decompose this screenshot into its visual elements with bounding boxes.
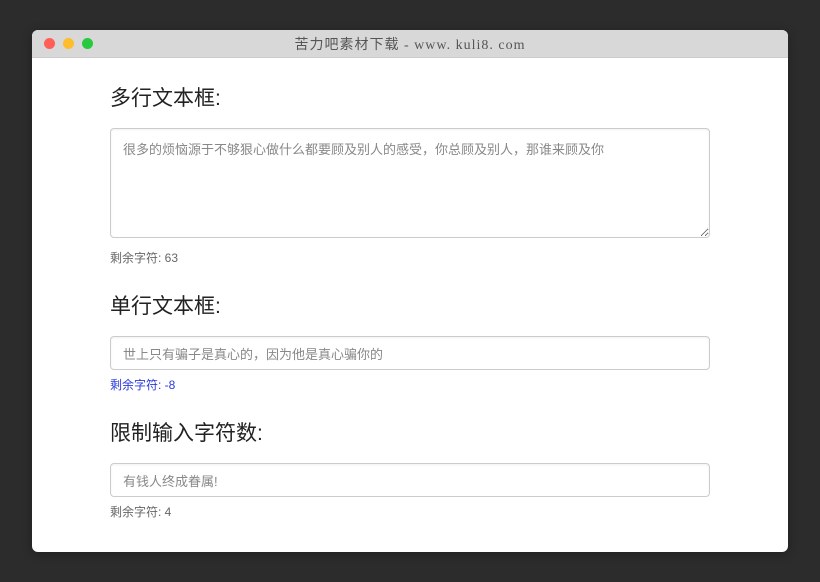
counter-label: 剩余字符: [110, 505, 165, 519]
window-title: 苦力吧素材下载 - www. kuli8. com [32, 34, 788, 54]
singleline-counter: 剩余字符: -8 [110, 376, 710, 393]
multiline-counter: 剩余字符: 63 [110, 249, 710, 266]
singleline-title: 单行文本框: [110, 290, 710, 320]
traffic-lights [32, 38, 93, 49]
limited-counter: 剩余字符: 4 [110, 503, 710, 520]
singleline-input[interactable] [110, 336, 710, 370]
counter-label: 剩余字符: [110, 251, 165, 265]
titlebar: 苦力吧素材下载 - www. kuli8. com [32, 30, 788, 58]
content-area: 多行文本框: 很多的烦恼源于不够狠心做什么都要顾及别人的感受，你总顾及别人，那谁… [32, 58, 788, 552]
limited-section: 限制输入字符数: 剩余字符: 4 [110, 417, 710, 520]
multiline-textarea[interactable]: 很多的烦恼源于不够狠心做什么都要顾及别人的感受，你总顾及别人，那谁来顾及你 [110, 128, 710, 238]
app-window: 苦力吧素材下载 - www. kuli8. com 多行文本框: 很多的烦恼源于… [32, 30, 788, 552]
limited-input[interactable] [110, 463, 710, 497]
close-icon[interactable] [44, 38, 55, 49]
minimize-icon[interactable] [63, 38, 74, 49]
multiline-section: 多行文本框: 很多的烦恼源于不够狠心做什么都要顾及别人的感受，你总顾及别人，那谁… [110, 82, 710, 266]
counter-value: 4 [165, 505, 172, 519]
maximize-icon[interactable] [82, 38, 93, 49]
counter-value: -8 [165, 378, 176, 392]
limited-title: 限制输入字符数: [110, 417, 710, 447]
multiline-title: 多行文本框: [110, 82, 710, 112]
counter-value: 63 [165, 251, 178, 265]
counter-label: 剩余字符: [110, 378, 165, 392]
singleline-section: 单行文本框: 剩余字符: -8 [110, 290, 710, 393]
